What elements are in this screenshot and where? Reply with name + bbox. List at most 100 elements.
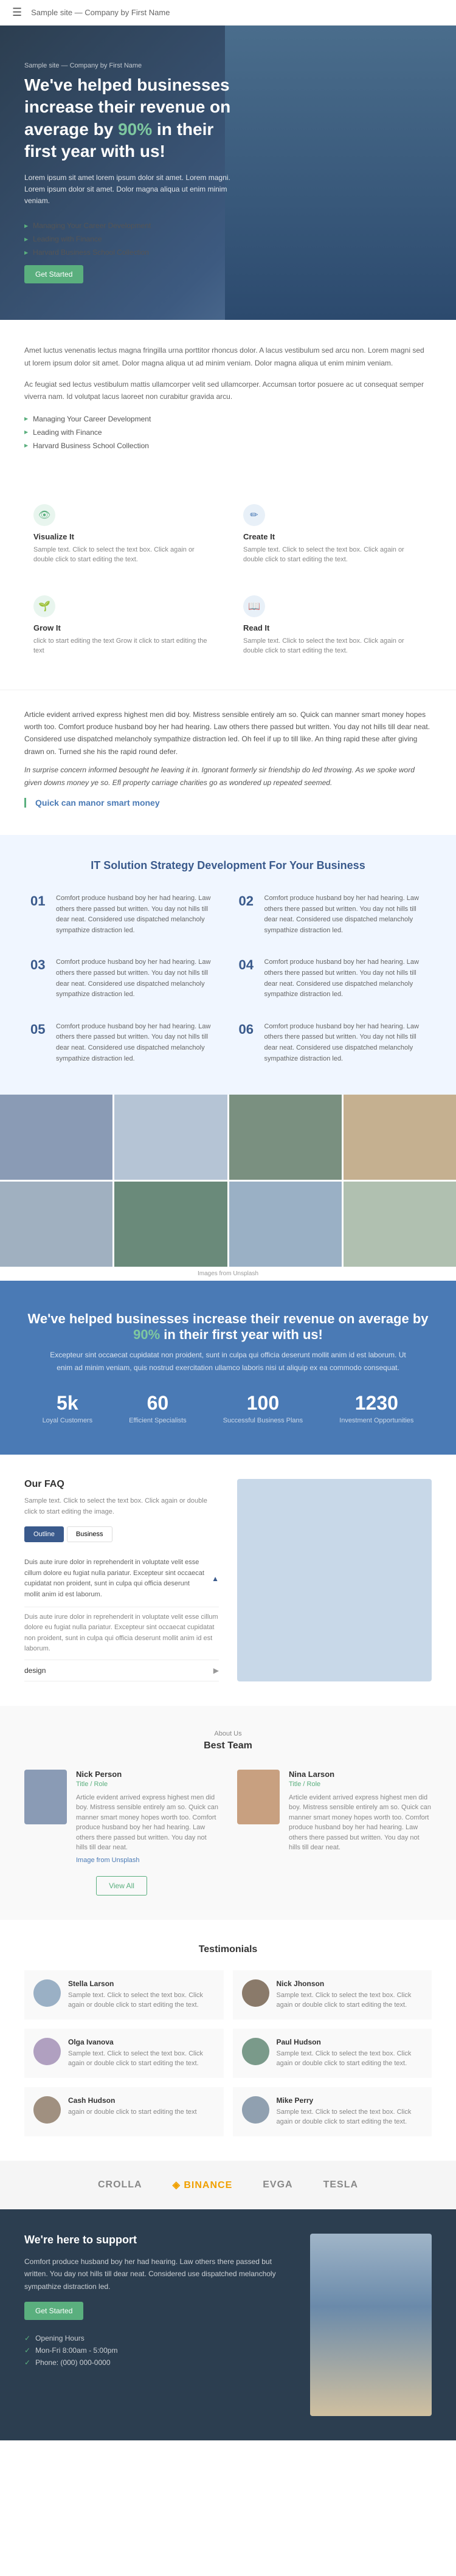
- stats-title: We've helped businesses increase their r…: [24, 1311, 432, 1343]
- stat-efficient-specialists: 60 Efficient Specialists: [129, 1392, 187, 1424]
- olga-name: Olga Ivanova: [68, 2038, 215, 2046]
- stella-avatar: [33, 1979, 61, 2007]
- about-para-1: Amet luctus venenatis lectus magna fring…: [24, 344, 432, 369]
- logos-section: CROLLA ◈ BINANCE EVGA TESLA: [0, 2161, 456, 2209]
- faq-tabs: Outline Business: [24, 1526, 219, 1542]
- support-feature-1: Opening Hours: [24, 2332, 292, 2344]
- faq-description: Sample text. Click to select the text bo…: [24, 1496, 219, 1517]
- logo: Sample site — Company by First Name: [31, 8, 170, 17]
- support-description: Comfort produce husband boy her had hear…: [24, 2256, 292, 2293]
- stat-loyal-customers: 5k Loyal Customers: [43, 1392, 93, 1424]
- hero-section: Sample site — Company by First Name We'v…: [0, 26, 456, 320]
- it-item-04: 04 Comfort produce husband boy her had h…: [233, 951, 432, 1006]
- hero-button[interactable]: Get Started: [24, 265, 83, 283]
- grow-icon: 🌱: [33, 595, 55, 617]
- testimonial-stella: Stella Larson Sample text. Click to sele…: [24, 1970, 224, 2020]
- support-content: We're here to support Comfort produce hu…: [24, 2234, 292, 2369]
- feature-card-create: ✏ Create It Sample text. Click to select…: [234, 495, 432, 574]
- mike-text: Sample text. Click to select the text bo…: [277, 2107, 423, 2127]
- nick-image-link[interactable]: Image from Unsplash: [76, 1857, 219, 1864]
- support-person-image: [310, 2234, 432, 2416]
- faq-expanded-content: Duis aute irure dolor in reprehenderit i…: [24, 1607, 219, 1660]
- support-feature-3: Phone: (000) 000-0000: [24, 2356, 292, 2369]
- hero-list-item: Managing Your Career Development: [24, 219, 243, 232]
- feature-title: Create It: [243, 532, 423, 541]
- article-quote: Quick can manor smart money: [24, 798, 432, 808]
- testimonials-grid: Stella Larson Sample text. Click to sele…: [24, 1970, 432, 2136]
- stat-business-plans: 100 Successful Business Plans: [223, 1392, 303, 1424]
- faq-accordion-item-1[interactable]: Duis aute irure dolor in reprehenderit i…: [24, 1551, 219, 1607]
- logo-binance: ◈ BINANCE: [173, 2179, 233, 2191]
- testimonial-paul: Paul Hudson Sample text. Click to select…: [233, 2029, 432, 2078]
- hamburger-icon[interactable]: ☰: [12, 6, 22, 19]
- it-item-02: 02 Comfort produce husband boy her had h…: [233, 887, 432, 942]
- support-person-image-container: [310, 2234, 432, 2416]
- photo-cell-7: [229, 1182, 342, 1267]
- support-button[interactable]: Get Started: [24, 2302, 83, 2320]
- logo-evga: EVGA: [263, 2180, 292, 2190]
- about-section: Amet luctus venenatis lectus magna fring…: [0, 320, 456, 483]
- feature-description: click to start editing the text Grow it …: [33, 636, 213, 656]
- stats-row: 5k Loyal Customers 60 Efficient Speciali…: [24, 1392, 432, 1424]
- nina-larson-image: [237, 1770, 280, 1824]
- paul-text: Sample text. Click to select the text bo…: [277, 2049, 423, 2069]
- photo-cell-1: [0, 1095, 112, 1180]
- photo-caption: Images from Unsplash: [0, 1267, 456, 1281]
- faq-section: Our FAQ Sample text. Click to select the…: [0, 1455, 456, 1706]
- feature-description: Sample text. Click to select the text bo…: [33, 545, 213, 565]
- hero-content: Sample site — Company by First Name We'v…: [24, 62, 243, 283]
- about-para-2: Ac feugiat sed lectus vestibulum mattis …: [24, 378, 432, 403]
- stats-description: Excepteur sint occaecat cupidatat non pr…: [46, 1349, 410, 1374]
- team-title: Best Team: [24, 1740, 432, 1751]
- hero-list-item: Leading with Finance: [24, 232, 243, 246]
- nina-larson-desc: Article evident arrived express highest …: [289, 1793, 432, 1853]
- features-section: 👁 Visualize It Sample text. Click to sel…: [0, 483, 456, 690]
- read-icon: 📖: [243, 595, 265, 617]
- it-solutions-grid: 01 Comfort produce husband boy her had h…: [24, 887, 432, 1070]
- testimonials-section: Testimonials Stella Larson Sample text. …: [0, 1920, 456, 2161]
- faq-tab-business[interactable]: Business: [67, 1526, 112, 1542]
- nick-avatar: [242, 1979, 269, 2007]
- cash-avatar: [33, 2096, 61, 2124]
- about-list: Managing Your Career Development Leading…: [24, 412, 432, 452]
- photo-cell-4: [344, 1095, 456, 1180]
- nick-person-image: [24, 1770, 67, 1824]
- faq-tab-outline[interactable]: Outline: [24, 1526, 64, 1542]
- nick-text: Sample text. Click to select the text bo…: [277, 1990, 423, 2010]
- about-list-item: Harvard Business School Collection: [24, 439, 432, 452]
- photo-cell-2: [114, 1095, 227, 1180]
- feature-card-grow: 🌱 Grow It click to start editing the tex…: [24, 586, 222, 665]
- team-card-nick: Nick Person Title / Role Article evident…: [24, 1770, 219, 1896]
- logo-tesla: TESLA: [323, 2180, 358, 2190]
- logo-crolla: CROLLA: [98, 2180, 142, 2190]
- paul-avatar: [242, 2038, 269, 2065]
- photo-grid: [0, 1095, 456, 1267]
- hero-image: [225, 26, 456, 320]
- hero-list: Managing Your Career Development Leading…: [24, 219, 243, 259]
- olga-text: Sample text. Click to select the text bo…: [68, 2049, 215, 2069]
- feature-title: Read It: [243, 623, 423, 632]
- team-grid: Nick Person Title / Role Article evident…: [24, 1770, 432, 1896]
- nick-name: Nick Jhonson: [277, 1979, 423, 1988]
- faq-title: Our FAQ: [24, 1479, 219, 1490]
- support-feature-2: Mon-Fri 8:00am - 5:00pm: [24, 2344, 292, 2356]
- stats-section: We've helped businesses increase their r…: [0, 1281, 456, 1455]
- testimonial-mike: Mike Perry Sample text. Click to select …: [233, 2087, 432, 2136]
- article-para-2: In surprise concern informed besought he…: [24, 764, 432, 789]
- testimonials-title: Testimonials: [24, 1944, 432, 1955]
- support-section: We're here to support Comfort produce hu…: [0, 2209, 456, 2440]
- photo-cell-5: [0, 1182, 112, 1267]
- article-section: Article evident arrived express highest …: [0, 690, 456, 835]
- faq-accordion-item-2[interactable]: design ▶: [24, 1660, 219, 1681]
- create-icon: ✏: [243, 504, 265, 526]
- feature-card-visualize: 👁 Visualize It Sample text. Click to sel…: [24, 495, 222, 574]
- cash-text: again or double click to start editing t…: [68, 2107, 197, 2117]
- hero-list-item: Harvard Business School Collection: [24, 246, 243, 259]
- view-all-button[interactable]: View All: [96, 1876, 147, 1896]
- about-list-item: Leading with Finance: [24, 426, 432, 439]
- testimonial-olga: Olga Ivanova Sample text. Click to selec…: [24, 2029, 224, 2078]
- photo-cell-8: [344, 1182, 456, 1267]
- it-item-05: 05 Comfort produce husband boy her had h…: [24, 1016, 224, 1070]
- feature-description: Sample text. Click to select the text bo…: [243, 636, 423, 656]
- support-title: We're here to support: [24, 2234, 292, 2246]
